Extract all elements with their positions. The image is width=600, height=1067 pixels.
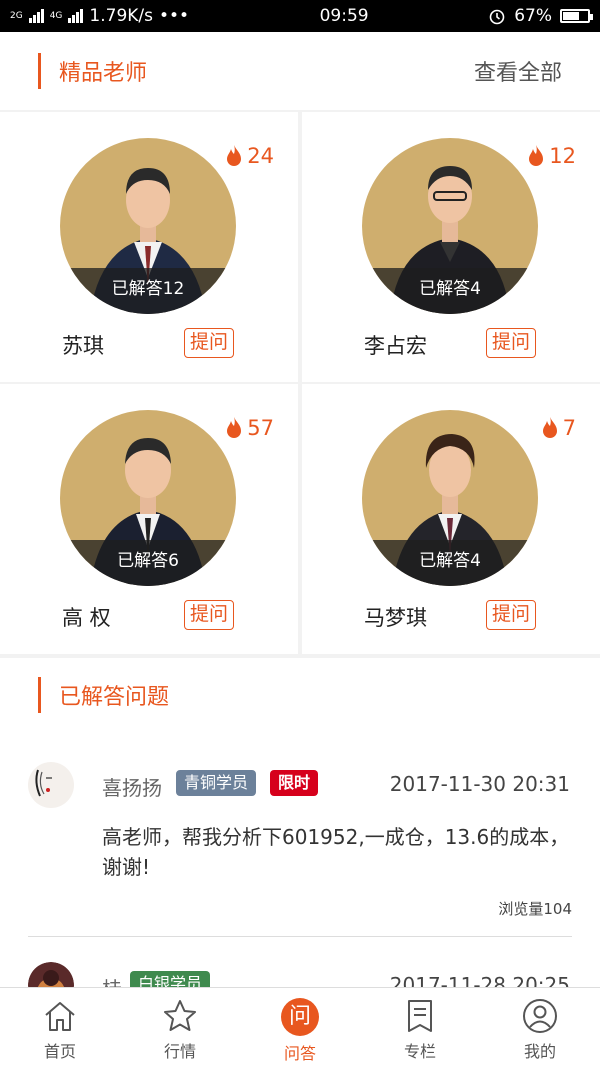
nav-qa-label: 问答 bbox=[283, 1044, 316, 1063]
ask-icon: 问 bbox=[281, 998, 319, 1036]
ask-button[interactable]: 提问 bbox=[486, 328, 536, 358]
teacher-name: 马梦琪 bbox=[364, 606, 427, 630]
teacher-card[interactable]: 已解答4 7 马梦琪 提问 bbox=[302, 384, 600, 654]
signal-icon bbox=[28, 9, 44, 23]
question-time: 2017-11-30 20:31 bbox=[389, 772, 570, 796]
heat-count: 12 bbox=[549, 144, 576, 168]
ask-button[interactable]: 提问 bbox=[184, 328, 234, 358]
section-accent-bar bbox=[38, 677, 41, 713]
divider bbox=[28, 936, 572, 937]
nav-column[interactable]: 专栏 bbox=[360, 988, 480, 1067]
teacher-avatar[interactable]: 已解答6 bbox=[60, 410, 236, 586]
teachers-section-header: 精品老师 查看全部 bbox=[0, 32, 600, 110]
view-count: 浏览量104 bbox=[498, 900, 572, 918]
nav-home[interactable]: 首页 bbox=[0, 988, 120, 1067]
column-icon bbox=[408, 1000, 432, 1032]
flame-icon bbox=[529, 145, 544, 166]
user-avatar[interactable] bbox=[28, 962, 74, 987]
teacher-name: 苏琪 bbox=[62, 334, 104, 358]
battery-icon bbox=[560, 9, 593, 23]
ask-button[interactable]: 提问 bbox=[486, 600, 536, 630]
teacher-card[interactable]: 已解答12 24 苏琪 提问 bbox=[0, 112, 298, 382]
nav-qa[interactable]: 问 问答 bbox=[240, 988, 360, 1067]
answered-count: 已解答4 bbox=[362, 268, 538, 314]
question-user-name: 喜扬扬 bbox=[102, 776, 162, 800]
heat-indicator: 24 bbox=[225, 144, 274, 168]
flame-icon bbox=[542, 417, 557, 438]
question-text: 高老师，帮我分析下601952,一成仓，13.6的成本，谢谢! bbox=[102, 825, 570, 879]
star-icon bbox=[164, 1000, 196, 1031]
teacher-name: 李占宏 bbox=[364, 334, 427, 358]
more-dots: ••• bbox=[159, 6, 190, 26]
clock: 09:59 bbox=[319, 6, 369, 26]
teacher-grid: 已解答12 24 苏琪 提问 已解答4 12 李占宏 提问 已解答6 57 高 … bbox=[0, 112, 600, 654]
flame-icon bbox=[227, 417, 242, 438]
teacher-name: 高 权 bbox=[62, 606, 111, 630]
teacher-card[interactable]: 已解答4 12 李占宏 提问 bbox=[302, 112, 600, 382]
nav-mine[interactable]: 我的 bbox=[480, 988, 600, 1067]
heat-indicator: 12 bbox=[527, 144, 576, 168]
flame-icon bbox=[227, 145, 242, 166]
heat-indicator: 7 bbox=[541, 416, 576, 440]
user-avatar[interactable] bbox=[28, 762, 74, 808]
question-list: 喜扬扬 青铜学员 限时 2017-11-30 20:31 高老师，帮我分析下60… bbox=[0, 732, 600, 987]
nav-mine-label: 我的 bbox=[523, 1042, 556, 1061]
user-icon bbox=[523, 999, 557, 1033]
question-time: 2017-11-28 20:25 bbox=[389, 973, 570, 987]
question-user-name: 桂 bbox=[102, 973, 122, 987]
nav-market-label: 行情 bbox=[163, 1042, 196, 1061]
teacher-avatar[interactable]: 已解答12 bbox=[60, 138, 236, 314]
teachers-section-title: 精品老师 bbox=[59, 61, 148, 86]
questions-section-title: 已解答问题 bbox=[59, 685, 170, 710]
teacher-avatar[interactable]: 已解答4 bbox=[362, 138, 538, 314]
view-all-link[interactable]: 查看全部 bbox=[474, 55, 562, 87]
user-avatar-image bbox=[28, 762, 74, 808]
nav-home-label: 首页 bbox=[43, 1042, 76, 1061]
teacher-card[interactable]: 已解答6 57 高 权 提问 bbox=[0, 384, 298, 654]
user-level-badge: 青铜学员 bbox=[176, 770, 257, 796]
network-speed: 1.79K/s bbox=[89, 6, 153, 26]
question-item[interactable]: 喜扬扬 青铜学员 限时 2017-11-30 20:31 高老师，帮我分析下60… bbox=[0, 732, 600, 937]
questions-section-header: 已解答问题 bbox=[0, 658, 600, 732]
home-icon bbox=[45, 1002, 75, 1031]
answered-count: 已解答4 bbox=[362, 540, 538, 586]
signal-icon-2 bbox=[68, 9, 84, 23]
user-avatar-image bbox=[28, 962, 74, 987]
limited-badge: 限时 bbox=[270, 770, 319, 796]
heat-count: 24 bbox=[247, 144, 274, 168]
alarm-icon bbox=[489, 9, 505, 25]
network-label-2: 4G bbox=[49, 11, 63, 21]
bottom-nav: 首页 行情 问 问答 专栏 我的 bbox=[0, 987, 600, 1067]
battery-percent: 67% bbox=[514, 6, 552, 26]
section-accent-bar bbox=[38, 53, 41, 89]
ask-button[interactable]: 提问 bbox=[184, 600, 234, 630]
nav-column-label: 专栏 bbox=[403, 1042, 436, 1061]
teacher-avatar[interactable]: 已解答4 bbox=[362, 410, 538, 586]
heat-count: 7 bbox=[562, 416, 576, 440]
user-level-badge: 白银学员 bbox=[130, 971, 211, 987]
heat-indicator: 57 bbox=[225, 416, 274, 440]
status-bar: 2G 4G 1.79K/s ••• 09:59 67% bbox=[0, 0, 600, 32]
nav-market[interactable]: 行情 bbox=[120, 988, 240, 1067]
network-label: 2G bbox=[10, 11, 23, 21]
answered-count: 已解答12 bbox=[60, 268, 236, 314]
heat-count: 57 bbox=[247, 416, 274, 440]
answered-count: 已解答6 bbox=[60, 540, 236, 586]
